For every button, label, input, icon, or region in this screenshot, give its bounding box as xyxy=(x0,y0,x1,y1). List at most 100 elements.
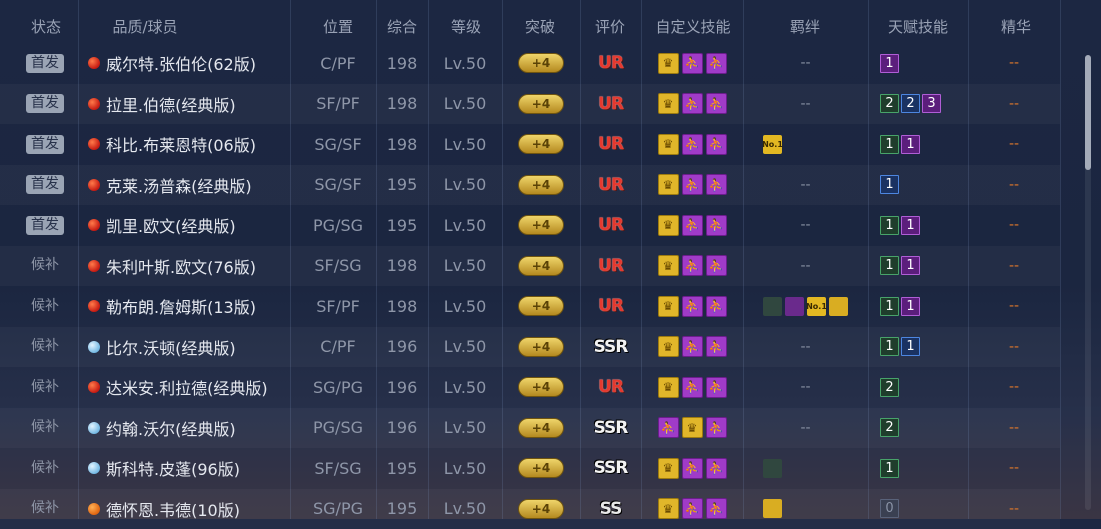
crown-icon[interactable]: ♛ xyxy=(657,93,679,114)
player-silhouette-icon[interactable]: ⛹ xyxy=(681,93,703,114)
player-silhouette-icon[interactable]: ⛹ xyxy=(681,133,703,155)
talent-level-badge[interactable]: 1 xyxy=(880,337,899,356)
talent-level-badge[interactable]: 2 xyxy=(880,377,899,397)
talent-level-badge[interactable]: 1 xyxy=(880,296,899,316)
crown-icon[interactable]: ♛ xyxy=(657,295,679,317)
table-row[interactable]: 候补 比尔.沃顿(经典版) C/PF 196 Lv.50 +4 SSR ♛ ⛹ ⛹ -- 1 1 -- xyxy=(0,327,1060,367)
bond-player-icon[interactable] xyxy=(829,296,848,316)
table-row[interactable]: 候补 勒布朗.詹姆斯(13版) SF/PF 198 Lv.50 +4 UR ♛ ⛹ ⛹ No.1 1 1… xyxy=(0,286,1060,326)
player-name[interactable]: 约翰.沃尔(经典版) xyxy=(106,416,236,440)
player-silhouette-icon[interactable]: ⛹ xyxy=(705,417,727,438)
table-row[interactable]: 候补 约翰.沃尔(经典版) PG/SG 196 Lv.50 +4 SSR ⛹ ♛ ⛹ -- 2 -- xyxy=(0,408,1060,448)
player-cell[interactable]: 威尔特.张伯伦(62版) xyxy=(88,43,293,83)
player-silhouette-icon[interactable]: ⛹ xyxy=(705,52,727,74)
player-silhouette-icon[interactable]: ⛹ xyxy=(705,295,727,317)
table-row[interactable]: 候补 德怀恩.韦德(10版) SG/PG 195 Lv.50 +4 SS ♛ ⛹ ⛹ 0 -- xyxy=(0,489,1060,529)
crown-icon[interactable]: ♛ xyxy=(657,255,679,276)
crown-icon[interactable]: ♛ xyxy=(657,133,679,155)
crown-icon[interactable]: ♛ xyxy=(657,336,679,357)
talent-level-badge[interactable]: 1 xyxy=(901,337,920,356)
talent-level-badge[interactable]: 0 xyxy=(880,499,899,518)
talent-level-badge[interactable]: 1 xyxy=(901,256,920,275)
talent-level-badge[interactable]: 1 xyxy=(901,296,920,316)
player-name[interactable]: 凯里.欧文(经典版) xyxy=(106,213,236,237)
player-silhouette-icon[interactable]: ⛹ xyxy=(681,457,703,479)
talent-level-badge[interactable]: 1 xyxy=(880,134,899,154)
player-name[interactable]: 科比.布莱恩特(06版) xyxy=(106,132,256,156)
scrollbar-thumb[interactable] xyxy=(1085,55,1091,170)
crown-icon[interactable]: ♛ xyxy=(657,214,679,236)
player-cell[interactable]: 拉里.伯德(经典版) xyxy=(88,84,293,124)
player-name[interactable]: 德怀恩.韦德(10版) xyxy=(106,497,240,521)
player-silhouette-icon[interactable]: ⛹ xyxy=(705,498,727,519)
talent-level-badge[interactable]: 1 xyxy=(880,256,899,275)
player-silhouette-icon[interactable]: ⛹ xyxy=(681,336,703,357)
player-name[interactable]: 比尔.沃顿(经典版) xyxy=(106,335,236,359)
table-row[interactable]: 首发 拉里.伯德(经典版) SF/PF 198 Lv.50 +4 UR ♛ ⛹ ⛹ -- 2 2 3 -- xyxy=(0,84,1060,124)
player-cell[interactable]: 约翰.沃尔(经典版) xyxy=(88,408,293,448)
player-name[interactable]: 克莱.汤普森(经典版) xyxy=(106,173,252,197)
player-silhouette-icon[interactable]: ⛹ xyxy=(681,376,703,398)
no1-badge-icon[interactable]: No.1 xyxy=(806,296,827,316)
team-crest-icon[interactable] xyxy=(763,296,782,316)
player-silhouette-icon[interactable]: ⛹ xyxy=(681,214,703,236)
player-cell[interactable]: 斯科特.皮蓬(96版) xyxy=(88,448,293,488)
player-silhouette-icon[interactable]: ⛹ xyxy=(705,93,727,114)
table-row[interactable]: 首发 凯里.欧文(经典版) PG/SG 195 Lv.50 +4 UR ♛ ⛹ ⛹ -- 1 1 -- xyxy=(0,205,1060,245)
player-cell[interactable]: 勒布朗.詹姆斯(13版) xyxy=(88,286,293,326)
crown-icon[interactable]: ♛ xyxy=(657,174,679,195)
player-silhouette-icon[interactable]: ⛹ xyxy=(681,255,703,276)
crown-icon[interactable]: ♛ xyxy=(657,376,679,398)
player-silhouette-icon[interactable]: ⛹ xyxy=(681,174,703,195)
crown-icon[interactable]: ♛ xyxy=(657,52,679,74)
talent-level-badge[interactable]: 2 xyxy=(880,94,899,113)
player-name[interactable]: 拉里.伯德(经典版) xyxy=(106,92,236,116)
player-silhouette-icon[interactable]: ⛹ xyxy=(705,336,727,357)
crown-icon[interactable]: ♛ xyxy=(657,457,679,479)
player-silhouette-icon[interactable]: ⛹ xyxy=(705,376,727,398)
talent-level-badge[interactable]: 1 xyxy=(901,134,920,154)
player-cell[interactable]: 克莱.汤普森(经典版) xyxy=(88,165,293,205)
player-silhouette-icon[interactable]: ⛹ xyxy=(657,417,679,438)
table-row[interactable]: 首发 科比.布莱恩特(06版) SG/SF 198 Lv.50 +4 UR ♛ ⛹ ⛹ No.1 1 1… xyxy=(0,124,1060,164)
player-cell[interactable]: 科比.布莱恩特(06版) xyxy=(88,124,293,164)
talent-level-badge[interactable]: 2 xyxy=(880,418,899,437)
team-crest-icon[interactable] xyxy=(763,458,782,478)
table-row[interactable]: 候补 朱利叶斯.欧文(76版) SF/SG 198 Lv.50 +4 UR ♛ ⛹ ⛹ -- 1 1 -- xyxy=(0,246,1060,286)
table-row[interactable]: 首发 克莱.汤普森(经典版) SG/SF 195 Lv.50 +4 UR ♛ ⛹ ⛹ -- 1 -- xyxy=(0,165,1060,205)
talent-level-badge[interactable]: 1 xyxy=(880,175,899,194)
player-silhouette-icon[interactable]: ⛹ xyxy=(705,214,727,236)
player-name[interactable]: 达米安.利拉德(经典版) xyxy=(106,375,268,399)
talent-level-badge[interactable]: 1 xyxy=(901,215,920,235)
table-row[interactable]: 候补 斯科特.皮蓬(96版) SF/SG 195 Lv.50 +4 SSR ♛ ⛹ ⛹ 1 -- xyxy=(0,448,1060,488)
talent-level-badge[interactable]: 2 xyxy=(901,94,920,113)
player-cell[interactable]: 比尔.沃顿(经典版) xyxy=(88,327,293,367)
bond-player-icon[interactable] xyxy=(785,296,804,316)
player-cell[interactable]: 朱利叶斯.欧文(76版) xyxy=(88,246,293,286)
player-name[interactable]: 勒布朗.詹姆斯(13版) xyxy=(106,294,256,318)
talent-level-badge[interactable]: 1 xyxy=(880,215,899,235)
player-cell[interactable]: 达米安.利拉德(经典版) xyxy=(88,367,293,407)
player-name[interactable]: 朱利叶斯.欧文(76版) xyxy=(106,254,256,278)
player-name[interactable]: 威尔特.张伯伦(62版) xyxy=(106,51,256,75)
crown-icon[interactable]: ♛ xyxy=(681,417,703,438)
player-silhouette-icon[interactable]: ⛹ xyxy=(705,457,727,479)
player-cell[interactable]: 德怀恩.韦德(10版) xyxy=(88,489,293,529)
table-row[interactable]: 候补 达米安.利拉德(经典版) SG/PG 196 Lv.50 +4 UR ♛ ⛹ ⛹ -- 2 -- xyxy=(0,367,1060,407)
player-silhouette-icon[interactable]: ⛹ xyxy=(705,255,727,276)
player-cell[interactable]: 凯里.欧文(经典版) xyxy=(88,205,293,245)
talent-level-badge[interactable]: 3 xyxy=(922,94,941,113)
player-silhouette-icon[interactable]: ⛹ xyxy=(705,133,727,155)
bond-player-icon[interactable] xyxy=(763,499,782,518)
crown-icon[interactable]: ♛ xyxy=(657,498,679,519)
table-row[interactable]: 首发 威尔特.张伯伦(62版) C/PF 198 Lv.50 +4 UR ♛ ⛹ ⛹ -- 1 -- xyxy=(0,43,1060,83)
player-silhouette-icon[interactable]: ⛹ xyxy=(681,498,703,519)
player-silhouette-icon[interactable]: ⛹ xyxy=(705,174,727,195)
bond-empty: -- xyxy=(800,95,811,112)
talent-level-badge[interactable]: 1 xyxy=(880,458,899,478)
player-silhouette-icon[interactable]: ⛹ xyxy=(681,52,703,74)
player-name[interactable]: 斯科特.皮蓬(96版) xyxy=(106,456,240,480)
no1-badge-icon[interactable]: No.1 xyxy=(762,134,783,154)
talent-level-badge[interactable]: 1 xyxy=(880,53,899,73)
player-silhouette-icon[interactable]: ⛹ xyxy=(681,295,703,317)
